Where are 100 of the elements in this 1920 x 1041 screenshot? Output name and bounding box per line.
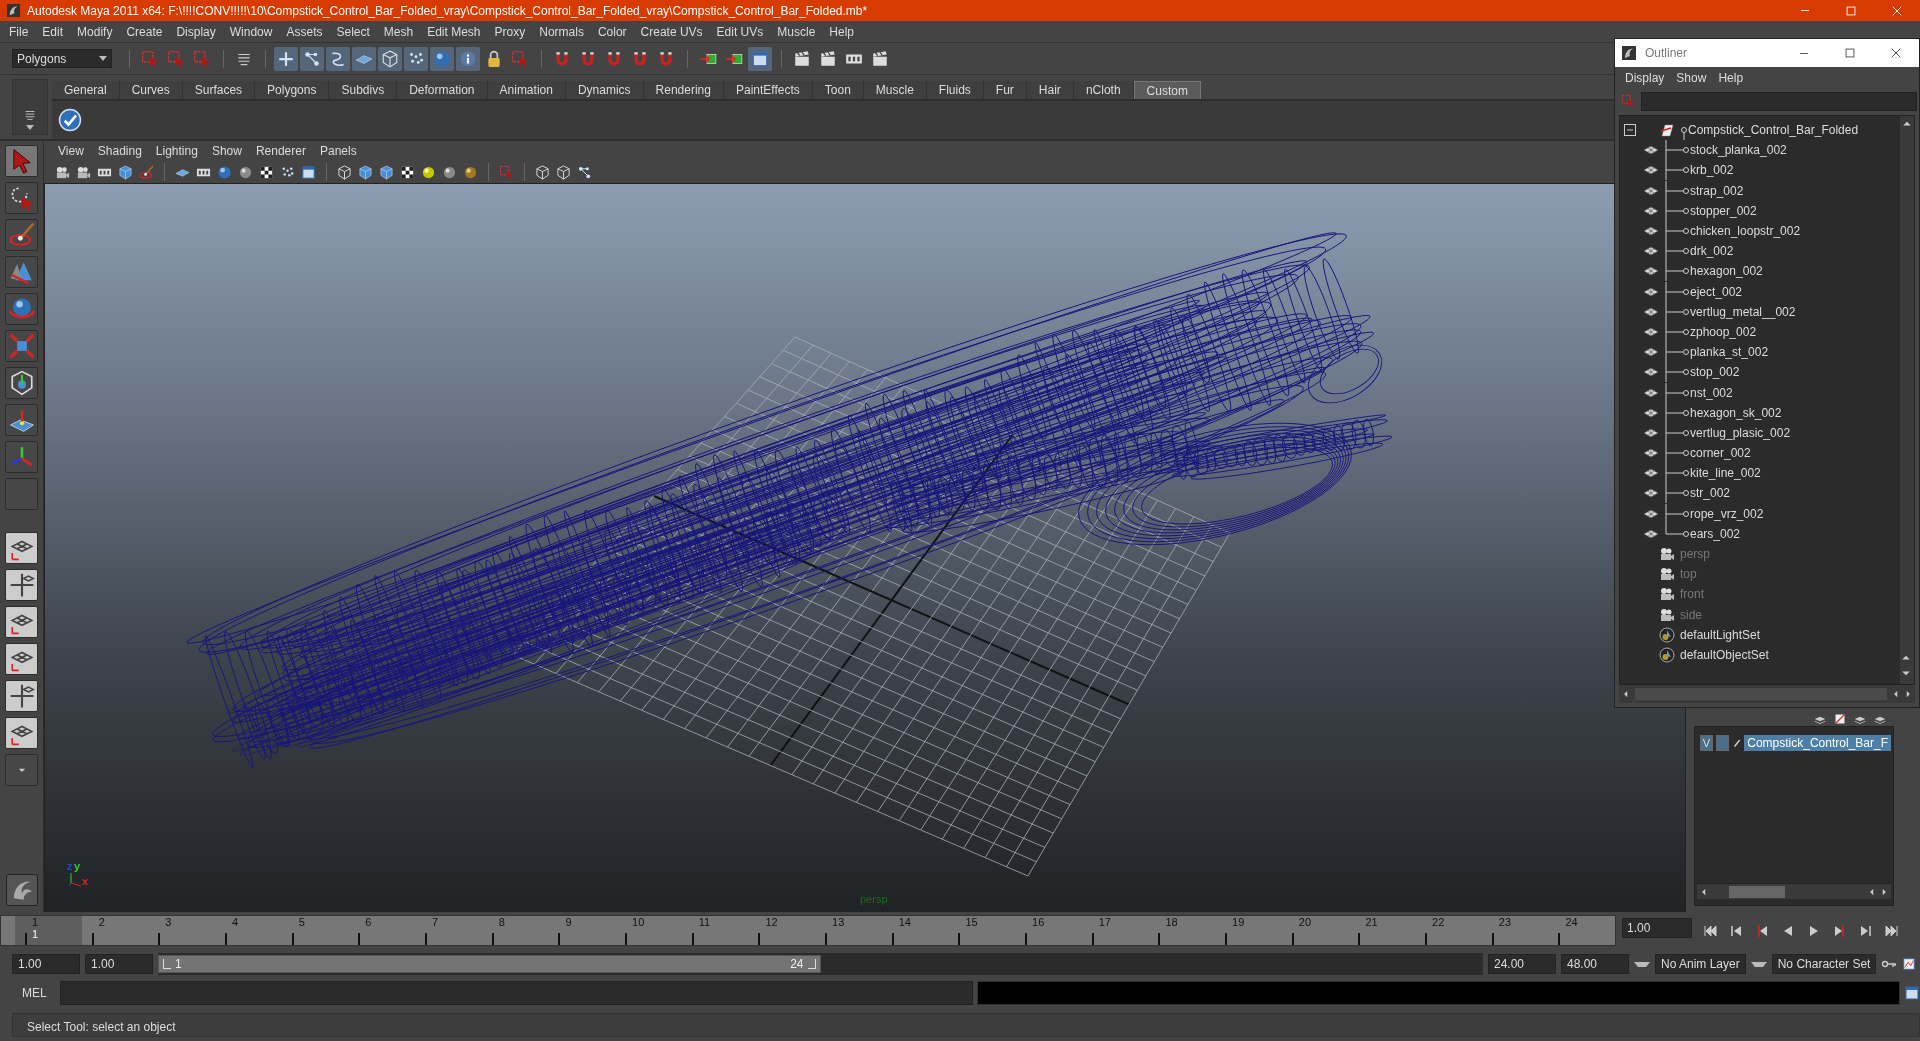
shelf-tab[interactable]: Toon — [812, 81, 864, 99]
toolbar-button[interactable] — [456, 46, 480, 71]
tool-button[interactable] — [5, 182, 38, 214]
tool-button[interactable] — [5, 441, 38, 473]
menu-item[interactable]: Shading — [91, 144, 150, 158]
shelf-tab[interactable]: Polygons — [255, 81, 330, 99]
current-time-field[interactable]: 1.00 — [1622, 918, 1692, 938]
toolbar-button[interactable] — [378, 46, 402, 71]
toolbar-button[interactable] — [300, 46, 324, 71]
menu-item[interactable]: Help — [1712, 71, 1750, 85]
horizontal-scrollbar[interactable] — [1697, 883, 1891, 899]
visibility-toggle[interactable]: V — [1700, 735, 1713, 751]
menu-item[interactable]: Color — [590, 22, 634, 41]
menu-item[interactable]: Modify — [70, 22, 120, 41]
layout-button[interactable] — [5, 532, 38, 564]
shelf-button[interactable] — [58, 108, 82, 132]
axis-label: y — [74, 861, 81, 872]
playback-start-field[interactable]: 1.00 — [85, 954, 153, 974]
menu-item[interactable]: Edit UVs — [709, 22, 771, 41]
tool-button[interactable] — [5, 404, 38, 436]
layout-button[interactable] — [5, 680, 38, 712]
outliner-item[interactable]: Compstick_Control_Bar_Folded — [1620, 120, 1900, 141]
shelf-tab[interactable]: Deformation — [397, 81, 488, 99]
shelf-tab[interactable]: nCloth — [1073, 81, 1134, 99]
playback-end-field[interactable]: 24.00 — [1488, 954, 1556, 974]
shelf-tab[interactable]: Custom — [1133, 81, 1201, 99]
menu-item[interactable]: Edit Mesh — [420, 22, 488, 41]
shelf-tab[interactable]: PaintEffects — [723, 81, 813, 99]
start-time-field[interactable]: 1.00 — [12, 954, 80, 974]
pencil-icon[interactable] — [1731, 736, 1742, 750]
outliner-item[interactable]: stock_planka_002 — [1604, 140, 1900, 161]
menu-item[interactable]: Show — [205, 144, 250, 158]
menu-item[interactable]: Panels — [313, 144, 365, 158]
toolbar-button[interactable] — [404, 46, 428, 71]
range-handle[interactable] — [807, 959, 816, 969]
range-end-label: 24 — [790, 957, 804, 971]
layer-type-toggle[interactable] — [1715, 735, 1729, 751]
menu-item[interactable]: Window — [222, 22, 280, 41]
item-label: vertlug_plasic_002 — [1690, 425, 1791, 440]
range-handle[interactable] — [163, 959, 171, 969]
shelf-tab[interactable]: General — [52, 81, 120, 99]
caret-icon[interactable] — [26, 125, 34, 130]
panel-icon[interactable] — [1904, 985, 1920, 1001]
time-slider[interactable]: 1 1 2 3 4 5 6 7 8 9 10 11 12 13 14 15 16 17 18 19 20 21 22 23 24 — [0, 915, 1616, 946]
menu-item[interactable]: Renderer — [249, 144, 314, 158]
menu-item[interactable]: Select — [329, 22, 377, 41]
shelf-tab[interactable]: Surfaces — [182, 81, 256, 99]
caret-icon[interactable] — [1750, 961, 1767, 967]
tool-button[interactable] — [5, 367, 38, 399]
outliner-item[interactable]: krb_002 — [1604, 160, 1900, 181]
menu-item[interactable]: Display — [169, 22, 223, 41]
menu-item[interactable]: Assets — [279, 22, 330, 41]
mode-dropdown[interactable]: Polygons — [12, 49, 112, 68]
filter-field[interactable] — [1641, 91, 1917, 111]
toolbar-button[interactable] — [748, 46, 772, 71]
shelf-tab[interactable]: Animation — [487, 81, 566, 99]
menu-item[interactable]: Edit — [35, 22, 71, 41]
end-time-field[interactable]: 48.00 — [1561, 954, 1629, 974]
layer-name[interactable]: Compstick_Control_Bar_F — [1744, 735, 1891, 751]
stacked-lines-icon[interactable] — [23, 108, 37, 122]
menu-item[interactable]: Muscle — [770, 22, 823, 41]
shelf-tab[interactable]: Fur — [983, 81, 1027, 99]
shelf-tab[interactable]: Rendering — [643, 81, 724, 99]
layout-button[interactable] — [5, 717, 38, 749]
horizontal-scrollbar[interactable] — [1619, 685, 1915, 703]
layout-button[interactable] — [5, 569, 38, 601]
layout-button[interactable] — [5, 643, 38, 675]
toolbar-button[interactable] — [326, 46, 350, 71]
menu-item[interactable]: Show — [1670, 71, 1713, 85]
command-input-field[interactable] — [59, 981, 974, 1005]
caret-icon[interactable] — [1634, 961, 1650, 967]
menu-item[interactable]: View — [52, 144, 92, 158]
menu-item[interactable]: Lighting — [149, 144, 206, 158]
shelf-tab[interactable]: Muscle — [863, 81, 927, 99]
anim-layer-dropdown[interactable]: No Anim Layer — [1655, 954, 1746, 974]
collapse-icon[interactable] — [1624, 124, 1636, 137]
shelf-tab[interactable]: Curves — [119, 81, 183, 99]
menu-item[interactable]: Normals — [532, 22, 591, 41]
menu-item[interactable]: Display — [1619, 71, 1671, 85]
layout-button[interactable] — [5, 606, 38, 638]
menu-item[interactable]: Mesh — [376, 22, 421, 41]
shelf-tab[interactable]: Dynamics — [565, 81, 644, 99]
logo-button[interactable] — [5, 874, 38, 906]
menu-item[interactable]: Create — [119, 22, 170, 41]
menu-item[interactable]: Create UVs — [633, 22, 710, 41]
shelf-tab[interactable]: Fluids — [926, 81, 984, 99]
range-slider[interactable] — [158, 955, 821, 973]
menu-item[interactable]: Help — [822, 22, 861, 41]
tool-button[interactable] — [5, 293, 38, 325]
tool-button[interactable] — [5, 330, 38, 362]
shelf-tab[interactable]: Subdivs — [329, 81, 398, 99]
menu-item[interactable]: File — [2, 22, 36, 41]
tool-button[interactable] — [5, 256, 38, 288]
graph-window-icon[interactable] — [1902, 957, 1917, 971]
toolbar-button[interactable] — [274, 46, 298, 71]
shelf-tab[interactable]: Hair — [1026, 81, 1074, 99]
vertical-scrollbar[interactable] — [1900, 116, 1914, 684]
menu-item[interactable]: Proxy — [487, 22, 533, 41]
command-language-label[interactable]: MEL — [12, 986, 56, 1000]
character-set-dropdown[interactable]: No Character Set — [1771, 954, 1877, 974]
